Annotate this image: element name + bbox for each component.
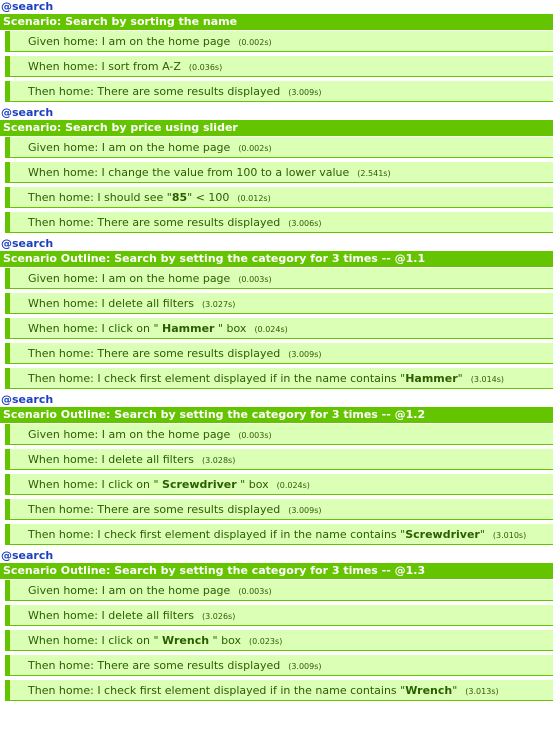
step-text: When home: I delete all filters (28, 609, 195, 622)
step-param: Wrench (405, 684, 453, 697)
step-passed: When home: I change the value from 100 t… (5, 162, 553, 183)
step-list: Given home: I am on the home page (0.003s… (0, 580, 553, 701)
step-text: Then home: There are some results displa… (28, 659, 281, 672)
step-duration: (2.541s) (357, 169, 391, 178)
step-text: When home: I click on " Wrench " box (28, 634, 241, 647)
cucumber-report: @search Scenario: Search by sorting the … (0, 0, 553, 701)
step-duration: (0.003s) (238, 431, 272, 440)
step-duration: (3.006s) (288, 219, 322, 228)
step-param: Hammer (405, 372, 458, 385)
step-passed: When home: I click on " Hammer " box (0.0… (5, 318, 553, 339)
step-passed: When home: I delete all filters (3.027s) (5, 293, 553, 314)
scenario: @search Scenario: Search by price using … (0, 106, 553, 233)
step-duration: (3.009s) (288, 350, 322, 359)
step-passed: When home: I delete all filters (3.028s) (5, 449, 553, 470)
step-text: Given home: I am on the home page (28, 428, 231, 441)
step-duration: (3.013s) (465, 687, 499, 696)
step-passed: When home: I delete all filters (3.026s) (5, 605, 553, 626)
step-passed: Then home: There are some results displa… (5, 499, 553, 520)
step-text: When home: I click on " Hammer " box (28, 322, 247, 335)
step-text: Then home: There are some results displa… (28, 216, 281, 229)
step-duration: (0.002s) (238, 38, 272, 47)
step-passed: Then home: There are some results displa… (5, 343, 553, 364)
step-passed: Then home: I check first element display… (5, 680, 553, 701)
step-text: When home: I delete all filters (28, 453, 195, 466)
step-text: Then home: I check first element display… (28, 528, 485, 541)
step-duration: (3.009s) (288, 506, 322, 515)
step-text: Then home: I should see "85" < 100 (28, 191, 230, 204)
step-list: Given home: I am on the home page (0.002s… (0, 31, 553, 102)
step-text: Then home: I check first element display… (28, 684, 458, 697)
step-duration: (0.024s) (254, 325, 288, 334)
step-text: Then home: There are some results displa… (28, 85, 281, 98)
step-text: Given home: I am on the home page (28, 272, 231, 285)
step-duration: (0.003s) (238, 275, 272, 284)
step-text: When home: I delete all filters (28, 297, 195, 310)
scenario-title[interactable]: Scenario Outline: Search by setting the … (0, 407, 553, 423)
step-duration: (3.027s) (202, 300, 236, 309)
step-text: Given home: I am on the home page (28, 584, 231, 597)
step-text: When home: I click on " Screwdriver " bo… (28, 478, 269, 491)
step-passed: Given home: I am on the home page (0.003s… (5, 268, 553, 289)
step-duration: (0.002s) (238, 144, 272, 153)
scenario-tag[interactable]: @search (0, 0, 553, 14)
step-duration: (0.023s) (249, 637, 283, 646)
scenario-title[interactable]: Scenario: Search by price using slider (0, 120, 553, 136)
step-text: Then home: There are some results displa… (28, 503, 281, 516)
scenario-title[interactable]: Scenario Outline: Search by setting the … (0, 563, 553, 579)
step-passed: Then home: There are some results displa… (5, 212, 553, 233)
step-duration: (3.009s) (288, 88, 322, 97)
scenario: @search Scenario Outline: Search by sett… (0, 393, 553, 545)
step-duration: (3.026s) (202, 612, 236, 621)
step-duration: (0.024s) (276, 481, 310, 490)
step-text: Given home: I am on the home page (28, 141, 231, 154)
step-param: Screwdriver (405, 528, 480, 541)
step-passed: Then home: I check first element display… (5, 368, 553, 389)
step-passed: When home: I sort from A-Z (0.036s) (5, 56, 553, 77)
step-text: Then home: I check first element display… (28, 372, 463, 385)
step-passed: Then home: There are some results displa… (5, 655, 553, 676)
step-text: Given home: I am on the home page (28, 35, 231, 48)
step-duration: (3.009s) (288, 662, 322, 671)
step-passed: Then home: I check first element display… (5, 524, 553, 545)
step-duration: (0.003s) (238, 587, 272, 596)
scenario-title[interactable]: Scenario Outline: Search by setting the … (0, 251, 553, 267)
step-param: Screwdriver (162, 478, 237, 491)
scenario-tag[interactable]: @search (0, 106, 553, 120)
step-passed: Given home: I am on the home page (0.002s… (5, 31, 553, 52)
step-duration: (0.036s) (188, 63, 223, 72)
scenario: @search Scenario: Search by sorting the … (0, 0, 553, 102)
step-text: When home: I sort from A-Z (28, 60, 181, 73)
step-passed: Given home: I am on the home page (0.003s… (5, 424, 553, 445)
step-duration: (3.028s) (202, 456, 236, 465)
step-passed: When home: I click on " Screwdriver " bo… (5, 474, 553, 495)
step-passed: Then home: There are some results displa… (5, 81, 553, 102)
scenario-title[interactable]: Scenario: Search by sorting the name (0, 14, 553, 30)
step-param: Hammer (162, 322, 215, 335)
step-duration: (3.010s) (492, 531, 527, 540)
scenario-tag[interactable]: @search (0, 393, 553, 407)
scenario-tag[interactable]: @search (0, 237, 553, 251)
step-list: Given home: I am on the home page (0.002s… (0, 137, 553, 233)
scenario-tag[interactable]: @search (0, 549, 553, 563)
scenario: @search Scenario Outline: Search by sett… (0, 549, 553, 701)
step-passed: Given home: I am on the home page (0.003s… (5, 580, 553, 601)
step-passed: Given home: I am on the home page (0.002s… (5, 137, 553, 158)
scenario: @search Scenario Outline: Search by sett… (0, 237, 553, 389)
step-list: Given home: I am on the home page (0.003s… (0, 268, 553, 389)
step-duration: (3.014s) (470, 375, 505, 384)
step-param: Wrench (162, 634, 210, 647)
step-passed: Then home: I should see "85" < 100 (0.012… (5, 187, 553, 208)
step-list: Given home: I am on the home page (0.003s… (0, 424, 553, 545)
step-text: When home: I change the value from 100 t… (28, 166, 350, 179)
step-text: Then home: There are some results displa… (28, 347, 281, 360)
step-param: 85 (171, 191, 188, 204)
step-passed: When home: I click on " Wrench " box (0.0… (5, 630, 553, 651)
step-duration: (0.012s) (237, 194, 271, 203)
